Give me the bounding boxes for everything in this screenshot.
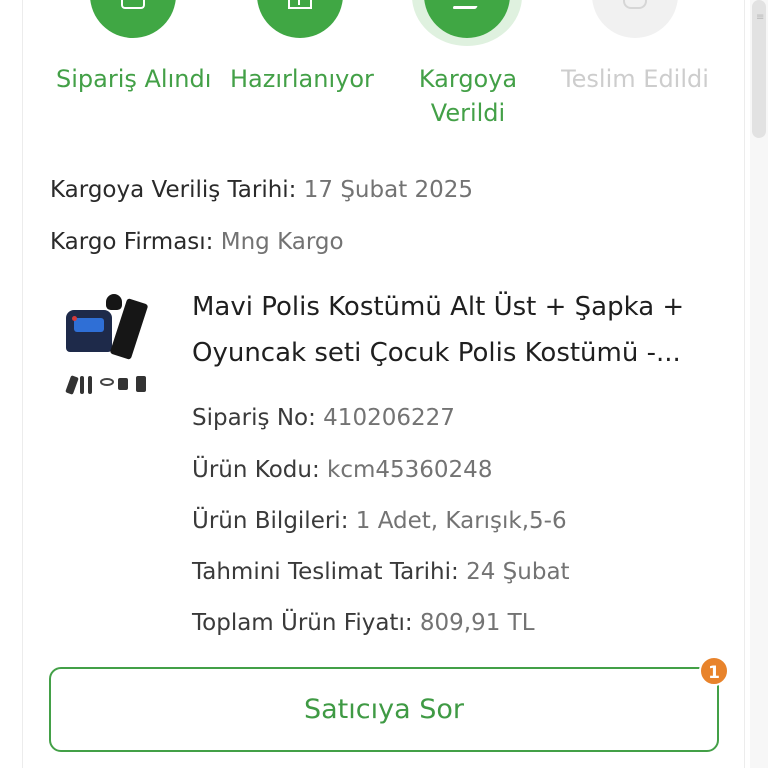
accessory-shape [136,376,146,392]
ship-date-row: Kargoya Veriliş Tarihi: 17 Şubat 2025 [50,174,473,206]
detail-value: 1 Adet, Karışık,5-6 [355,508,567,534]
detail-label: Ürün Kodu: [192,457,320,483]
cap-shape [106,294,122,310]
order-received-icon [90,0,176,38]
detail-value: 809,91 TL [419,610,535,636]
step-label-order-received: Sipariş Alındı [56,65,212,93]
detail-value: 24 Şubat [466,559,570,585]
carrier-row: Kargo Firması: Mng Kargo [50,226,344,258]
order-tracking-page: Sipariş Alındı Hazırlanıyor Kargoya Veri… [0,0,768,768]
product-title-line: Mavi Polis Kostümü Alt Üst + Şapka + [192,292,685,322]
card-border-right [744,0,745,768]
product-title-line: Oyuncak seti Çocuk Polis Kostümü -... [192,338,681,368]
scrollbar[interactable] [750,0,768,768]
total-price-row: Toplam Ürün Fiyatı: 809,91 TL [192,607,535,639]
ask-seller-button[interactable]: Satıcıya Sor [49,667,719,752]
step-label-delivered: Teslim Edildi [561,65,709,93]
detail-label: Ürün Bilgileri: [192,508,349,534]
ship-date-label: Kargoya Veriliş Tarihi: [50,177,297,203]
scroll-grip-icon: ≡ [756,12,765,23]
carrier-value: Mng Kargo [220,229,344,255]
carrier-label: Kargo Firması: [50,229,214,255]
detail-label: Toplam Ürün Fiyatı: [192,610,413,636]
detail-label: Tahmini Teslimat Tarihi: [192,559,459,585]
ship-date-value: 17 Şubat 2025 [303,177,474,203]
accessory-shape [100,378,114,386]
product-image[interactable] [56,290,156,408]
order-number-row: Sipariş No: 410206227 [192,402,455,434]
card-border-left [22,0,23,768]
delivered-check-icon [592,0,678,38]
product-info-row: Ürün Bilgileri: 1 Adet, Karışık,5-6 [192,505,567,537]
step-label-shipped: Kargoya Verildi [418,65,518,127]
product-title[interactable]: Mavi Polis Kostümü Alt Üst + Şapka + Oyu… [192,284,712,376]
box-icon [121,0,145,9]
detail-label: Sipariş No: [192,405,316,431]
package-icon [257,0,343,38]
accessory-shape [65,375,79,395]
open-box-icon [288,0,312,9]
estimated-delivery-row: Tahmini Teslimat Tarihi: 24 Şubat [192,556,570,588]
detail-value: kcm45360248 [327,457,493,483]
notification-badge: 1 [699,656,729,686]
accessory-shape [88,376,92,394]
jacket-shape [66,310,112,352]
product-code-row: Ürün Kodu: kcm45360248 [192,454,492,486]
step-label-preparing: Hazırlanıyor [230,65,374,93]
accessory-shape [80,376,84,394]
truck-icon [452,0,482,9]
detail-value: 410206227 [323,405,455,431]
check-icon [623,0,647,9]
accessory-shape [118,378,128,390]
